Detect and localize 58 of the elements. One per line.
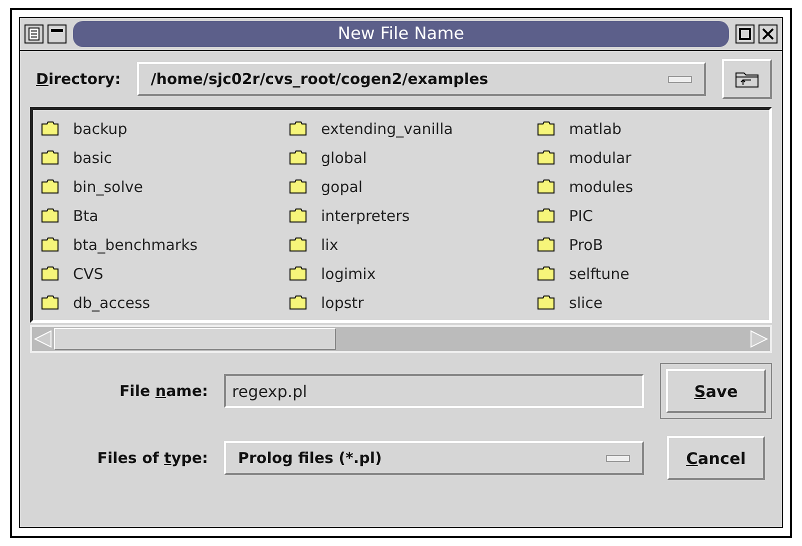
file-type-label: Files of type: — [96, 449, 208, 467]
folder-icon — [41, 237, 59, 252]
directory-dropdown[interactable]: /home/sjc02r/cvs_root/cogen2/examples — [136, 62, 706, 96]
folder-name[interactable]: matlab — [569, 120, 622, 138]
folder-name[interactable]: bta_benchmarks — [73, 236, 198, 254]
folder-name[interactable]: PIC — [569, 206, 593, 224]
maximize-icon[interactable] — [735, 24, 755, 44]
folder-icon — [289, 295, 307, 310]
folder-icon — [289, 266, 307, 281]
folder-name[interactable]: interpreters — [321, 206, 410, 224]
folder-icon — [537, 179, 555, 194]
folder-name[interactable]: lix — [321, 236, 338, 254]
folder-name[interactable]: gopal — [321, 178, 363, 196]
folder-icon — [289, 208, 307, 223]
folder-icon — [41, 150, 59, 165]
menu-icon[interactable] — [24, 24, 44, 44]
folder-icon — [289, 121, 307, 136]
folder-icon — [41, 179, 59, 194]
folder-name[interactable]: lopstr — [321, 294, 364, 312]
folder-icon — [41, 121, 59, 136]
file-type-dropdown[interactable]: Prolog files (*.pl) — [224, 441, 644, 475]
close-icon[interactable] — [758, 24, 778, 44]
folder-name[interactable]: db_access — [73, 294, 150, 312]
folder-icon — [289, 179, 307, 194]
folder-name[interactable]: selftune — [569, 264, 630, 282]
folder-icon — [537, 208, 555, 223]
folder-name[interactable]: extending_vanilla — [321, 120, 453, 138]
folder-icon — [289, 150, 307, 165]
folder-icon — [289, 237, 307, 252]
scrollbar-thumb[interactable] — [54, 328, 336, 350]
folder-name[interactable]: Bta — [73, 206, 98, 224]
directory-label: Directory: — [36, 70, 121, 88]
parent-folder-button[interactable] — [722, 59, 772, 99]
folder-icon — [41, 295, 59, 310]
folder-icon — [537, 237, 555, 252]
save-button[interactable]: Save — [666, 369, 766, 413]
cancel-button[interactable]: Cancel — [667, 436, 765, 480]
folder-name[interactable]: slice — [569, 294, 603, 312]
file-name-label: File name: — [118, 382, 208, 400]
minimize-icon[interactable] — [47, 24, 67, 44]
folder-name[interactable]: basic — [73, 148, 112, 166]
folder-name[interactable]: backup — [73, 120, 128, 138]
folder-icon — [41, 266, 59, 281]
folder-name[interactable]: ProB — [569, 236, 604, 254]
folder-icon — [41, 208, 59, 223]
folder-icon — [537, 150, 555, 165]
file-name-input[interactable]: regexp.pl — [224, 374, 644, 408]
horizontal-scrollbar[interactable] — [30, 325, 772, 353]
folder-icon — [537, 266, 555, 281]
folder-name[interactable]: modular — [569, 148, 632, 166]
folder-name[interactable]: logimix — [321, 264, 376, 282]
folder-name[interactable]: global — [321, 148, 367, 166]
folder-name[interactable]: bin_solve — [73, 178, 143, 196]
folder-icon — [537, 121, 555, 136]
folder-name[interactable]: CVS — [73, 264, 104, 282]
folder-name[interactable]: modules — [569, 178, 634, 196]
folder-icon — [537, 295, 555, 310]
window-title: New File Name — [73, 21, 729, 47]
